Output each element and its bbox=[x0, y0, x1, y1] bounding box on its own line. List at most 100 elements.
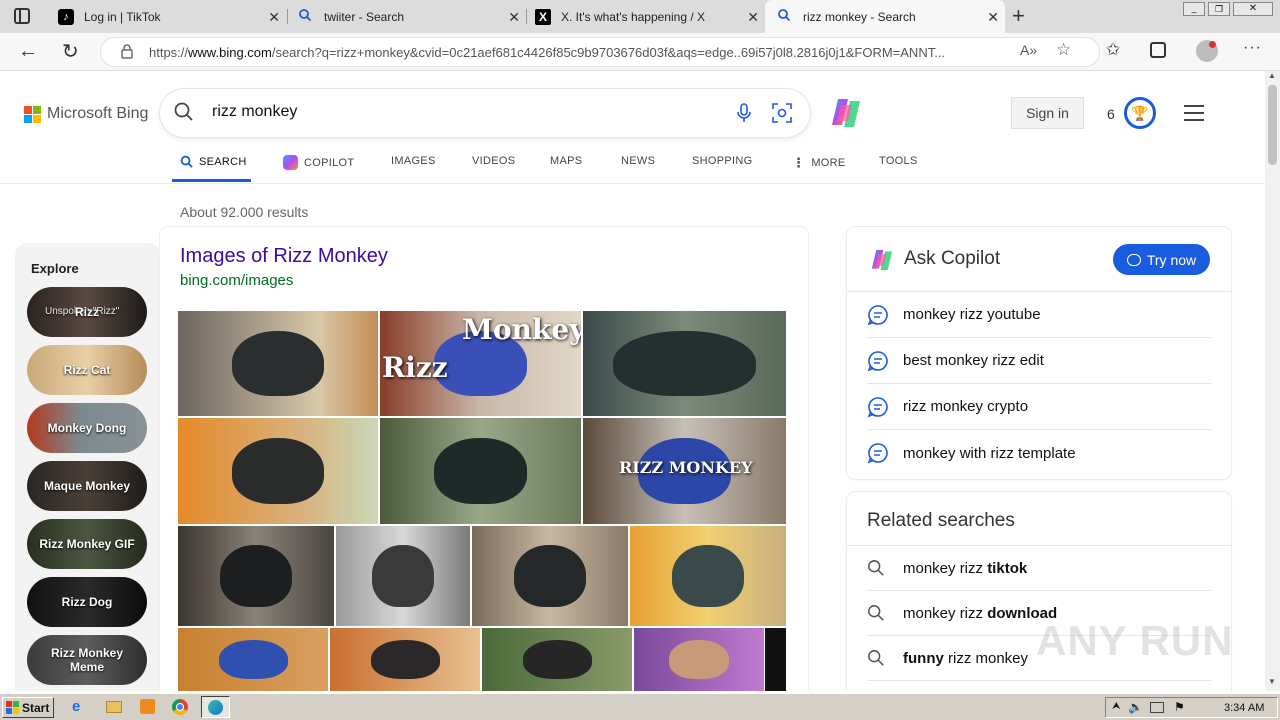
explore-item-label: Monkey Dong bbox=[47, 421, 127, 435]
tab-tools[interactable]: TOOLS bbox=[879, 155, 918, 167]
favorites-icon[interactable]: ✩ bbox=[1106, 40, 1120, 60]
image-thumb[interactable] bbox=[482, 628, 632, 691]
close-icon[interactable]: ✕ bbox=[508, 9, 520, 26]
tab-rizz-monkey-search[interactable]: rizz monkey - Search ✕ bbox=[765, 0, 1005, 33]
image-thumb[interactable]: RIZZ MONKEY bbox=[583, 418, 786, 524]
result-source-url[interactable]: bing.com/images bbox=[180, 272, 293, 289]
scroll-up-icon[interactable]: ▲ bbox=[1268, 71, 1276, 80]
more-options-icon[interactable]: ··· bbox=[1243, 39, 1262, 57]
close-icon[interactable]: ✕ bbox=[268, 9, 280, 26]
scroll-down-icon[interactable]: ▼ bbox=[1268, 677, 1276, 686]
tab-label: MORE bbox=[811, 157, 846, 169]
tab-search[interactable]: SEARCH bbox=[180, 155, 247, 168]
tab-videos[interactable]: VIDEOS bbox=[472, 155, 515, 167]
tiktok-icon: ♪ bbox=[58, 8, 74, 25]
add-favorite-icon[interactable]: ☆ bbox=[1056, 40, 1071, 60]
microphone-icon[interactable] bbox=[736, 102, 752, 129]
network-icon[interactable] bbox=[1150, 702, 1164, 713]
search-box[interactable]: rizz monkey bbox=[160, 89, 810, 137]
tab-label: COPILOT bbox=[304, 156, 355, 169]
explore-item-rizz-monkey-gif[interactable]: Rizz Monkey GIF bbox=[27, 519, 147, 569]
minimize-button[interactable]: _ bbox=[1183, 2, 1205, 16]
tab-shopping[interactable]: SHOPPING bbox=[692, 155, 752, 167]
tab-actions-icon[interactable] bbox=[14, 8, 30, 24]
tray-arrow-icon[interactable]: ⮝ bbox=[1112, 701, 1121, 712]
back-arrow-icon[interactable]: ← bbox=[18, 40, 38, 63]
folder-icon[interactable] bbox=[106, 701, 122, 713]
tab-x[interactable]: X X. It's what's happening / X ✕ bbox=[527, 0, 765, 33]
profile-avatar[interactable] bbox=[1196, 40, 1218, 62]
explore-item-monkey-dong[interactable]: Monkey Dong bbox=[27, 403, 147, 453]
related-search-text: funny rizz monkey bbox=[903, 649, 1029, 667]
image-thumb[interactable]: Rizz Monkey bbox=[380, 311, 581, 416]
related-search-text: monkey rizz download bbox=[903, 604, 1058, 622]
copilot-suggestion[interactable]: best monkey rizz edit bbox=[867, 338, 1211, 384]
close-icon[interactable]: ✕ bbox=[987, 9, 999, 26]
image-thumb[interactable] bbox=[380, 418, 581, 524]
image-overlay-text: Monkey bbox=[462, 313, 581, 346]
explore-item-rizz-monkey-meme[interactable]: Rizz Monkey Meme bbox=[27, 635, 147, 685]
explore-item-rizz-cat[interactable]: Rizz Cat bbox=[27, 345, 147, 395]
image-thumb[interactable] bbox=[330, 628, 480, 691]
address-bar[interactable]: https://www.bing.com/search?q=rizz+monke… bbox=[100, 37, 1100, 67]
hamburger-menu-icon[interactable] bbox=[1184, 105, 1204, 121]
chrome-icon[interactable] bbox=[172, 699, 188, 715]
try-now-button[interactable]: Try now bbox=[1113, 244, 1210, 275]
related-search-text: monkey rizz tiktok bbox=[903, 559, 1028, 577]
scrollbar-thumb[interactable] bbox=[1268, 85, 1277, 165]
collections-icon[interactable] bbox=[1150, 42, 1166, 58]
related-search-item[interactable]: monkey rizz tiktok bbox=[867, 546, 1211, 591]
copilot-icon bbox=[869, 247, 895, 273]
edge-taskbar-button[interactable] bbox=[201, 696, 230, 718]
tab-title: rizz monkey - Search bbox=[803, 9, 916, 24]
suggestion-text: monkey rizz youtube bbox=[903, 306, 1041, 323]
media-player-icon[interactable] bbox=[140, 699, 155, 714]
rewards-count: 6 bbox=[1107, 106, 1115, 122]
result-title-link[interactable]: Images of Rizz Monkey bbox=[180, 245, 388, 268]
explore-item-maque-monkey[interactable]: Maque Monkey bbox=[27, 461, 147, 511]
read-aloud-icon[interactable]: A» bbox=[1020, 42, 1037, 58]
ie-icon[interactable]: e bbox=[72, 698, 80, 715]
image-thumb[interactable] bbox=[178, 418, 378, 524]
tab-twiiter-search[interactable]: twiiter - Search ✕ bbox=[288, 0, 526, 33]
page-scrollbar[interactable]: ▲ ▼ bbox=[1265, 71, 1280, 691]
copilot-suggestion[interactable]: rizz monkey crypto bbox=[867, 384, 1211, 430]
image-thumb[interactable] bbox=[178, 526, 334, 626]
image-overlay-text: Rizz bbox=[382, 351, 448, 384]
close-icon[interactable]: ✕ bbox=[747, 9, 759, 26]
copilot-suggestion[interactable]: monkey with rizz template bbox=[867, 430, 1211, 476]
copilot-suggestion[interactable]: monkey rizz youtube bbox=[867, 292, 1211, 338]
bing-logo[interactable]: Microsoft Bing bbox=[24, 105, 148, 123]
copilot-logo-icon[interactable] bbox=[828, 95, 864, 131]
image-thumb[interactable] bbox=[630, 526, 786, 626]
search-input[interactable]: rizz monkey bbox=[212, 103, 297, 121]
image-thumb[interactable] bbox=[765, 628, 786, 691]
image-thumb[interactable] bbox=[178, 311, 378, 416]
tab-news[interactable]: NEWS bbox=[621, 155, 655, 167]
new-tab-button[interactable]: + bbox=[1012, 3, 1025, 29]
tab-tiktok[interactable]: ♪ Log in | TikTok ✕ bbox=[48, 0, 286, 33]
image-thumb[interactable] bbox=[178, 628, 328, 691]
tab-copilot[interactable]: COPILOT bbox=[283, 155, 354, 170]
image-thumb[interactable] bbox=[336, 526, 470, 626]
explore-item-rizz-dog[interactable]: Rizz Dog bbox=[27, 577, 147, 627]
flag-icon[interactable]: ⚑ bbox=[1174, 700, 1185, 714]
visual-search-icon[interactable] bbox=[772, 103, 792, 128]
close-window-button[interactable]: ✕ bbox=[1233, 2, 1273, 16]
tab-maps[interactable]: MAPS bbox=[550, 155, 582, 167]
image-thumb[interactable] bbox=[472, 526, 628, 626]
tab-more[interactable]: ⋮ MORE bbox=[792, 155, 846, 171]
rewards-trophy-icon[interactable]: 🏆 bbox=[1124, 97, 1156, 129]
windows-taskbar: Start e ⮝ 🔈 ⚑ 3:34 AM bbox=[0, 693, 1280, 720]
volume-icon[interactable]: 🔈 bbox=[1128, 700, 1143, 714]
chat-bubble-icon bbox=[867, 304, 903, 326]
image-thumb[interactable] bbox=[583, 311, 786, 416]
refresh-icon[interactable]: ↻ bbox=[62, 39, 79, 64]
tab-images[interactable]: IMAGES bbox=[391, 155, 436, 167]
lock-icon bbox=[121, 44, 133, 62]
image-thumb[interactable] bbox=[634, 628, 764, 691]
sign-in-button[interactable]: Sign in bbox=[1011, 97, 1084, 129]
start-button[interactable]: Start bbox=[2, 697, 54, 718]
explore-item-rizz[interactable]: Unspoken "Rizz" Rizz bbox=[27, 287, 147, 337]
maximize-button[interactable]: ❐ bbox=[1208, 2, 1230, 16]
